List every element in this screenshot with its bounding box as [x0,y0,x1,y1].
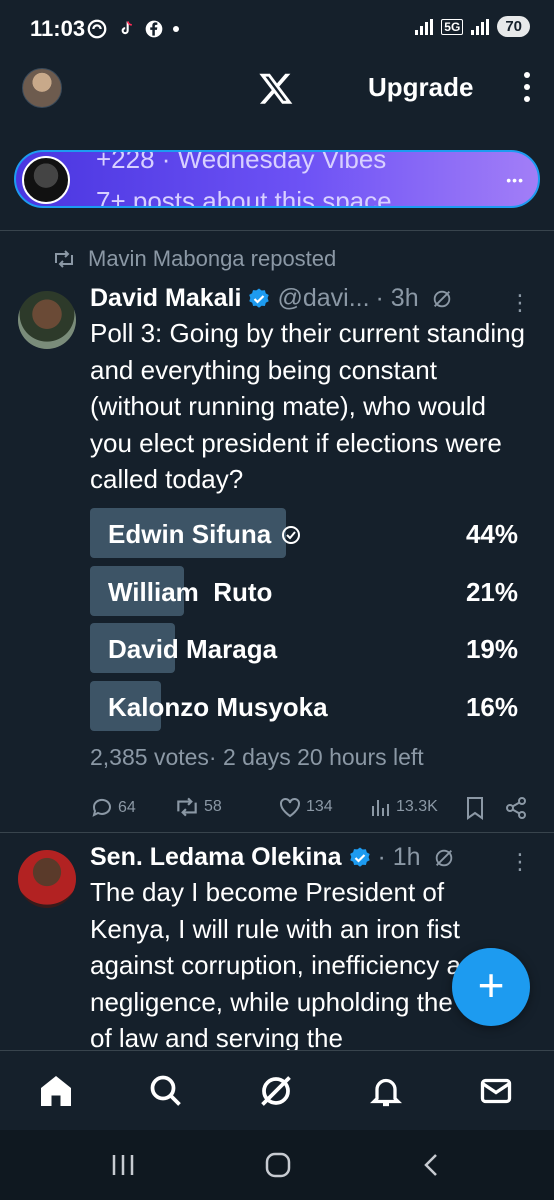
bottom-navigation [0,1050,554,1130]
poll-option: William Ruto 21% [90,565,530,616]
views-button[interactable]: 13.3K [370,796,438,818]
poll-option-label: William Ruto [108,577,272,608]
poll-option-text: David Maraga [108,634,278,664]
repost-count: 58 [204,798,222,815]
audio-wave-icon: ••• [506,172,524,188]
messages-icon[interactable] [478,1073,514,1109]
tweet-header: Sen. Ledama Olekina · 1h [90,843,455,872]
profile-avatar[interactable] [22,68,62,108]
space-posts-count: 7+ posts about this space [96,186,392,208]
author-name[interactable]: David Makali [90,284,241,313]
grok-nav-icon[interactable] [258,1073,294,1109]
sync-icon [87,19,107,39]
more-options-icon[interactable] [522,72,532,102]
grok-icon[interactable] [433,847,455,869]
poll-option-label: Kalonzo Musyoka [108,692,328,723]
repost-indicator: Mavin Mabonga reposted [52,246,336,272]
views-count: 13.3K [396,798,438,815]
back-icon[interactable] [420,1152,444,1178]
bookmark-icon[interactable] [464,796,486,820]
signal-icon [415,18,434,35]
x-logo-icon [259,73,293,104]
poll-footer: 2,385 votes· 2 days 20 hours left [90,744,424,770]
poll-option-text: Kalonzo Musyoka [108,691,328,722]
notifications-icon[interactable] [368,1073,404,1109]
poll-option-percent: 44% [465,519,518,549]
author-name[interactable]: Sen. Ledama Olekina [90,843,342,872]
repost-button[interactable]: 58 [174,796,222,818]
repost-action-icon [177,797,197,817]
status-time: 11:03 [30,16,86,41]
poll-option-text: William Ruto [108,576,273,607]
poll-option-label: David Maraga [108,634,277,665]
network-type: 5G [441,18,464,35]
top-app-bar: Upgrade [0,56,554,124]
like-button[interactable]: 134 [278,796,333,818]
poll-option-percent: 19% [465,634,518,664]
tweet-text: Poll 3: Going by their current standing … [90,318,526,494]
battery-indicator: 70 [497,16,530,37]
status-app-icons [86,18,180,40]
upgrade-button[interactable]: Upgrade [368,72,473,103]
divider [0,230,554,231]
live-space-banner[interactable]: +228 · Wednesday Vibes 7+ posts about th… [14,150,540,208]
tweet-more-icon[interactable]: ⋮ [509,849,532,875]
verified-badge-icon [249,288,270,308]
poll-option: Kalonzo Musyoka 16% [90,680,530,731]
poll-option-label: Edwin Sifuna [108,519,301,550]
reply-count: 64 [118,799,136,816]
home-icon[interactable] [38,1073,74,1109]
poll-option-percent: 21% [465,576,518,607]
verified-badge-icon [349,847,370,867]
notification-dot-icon [173,26,179,32]
author-handle[interactable]: @davi... [277,284,369,313]
poll: Edwin Sifuna 44% William Ruto 21% David Mara… [90,508,530,738]
status-bar: 11:03 5G 70 [0,0,554,56]
poll-option-text: Edwin Sifuna [108,519,272,549]
grok-icon[interactable] [431,288,453,310]
tweet-more-icon[interactable]: ⋮ [509,290,532,316]
tweet-actions: 64 58 134 13.3K [90,796,530,822]
tweet-header: David Makali @davi... · 3h [90,284,453,313]
like-count: 134 [306,798,333,815]
recent-apps-icon[interactable] [110,1152,136,1178]
share-icon[interactable] [504,796,528,820]
facebook-icon [145,20,163,38]
search-icon[interactable] [148,1073,184,1109]
tweet-time: · 3h [375,284,419,312]
plus-icon: + [477,959,505,1011]
views-icon [372,800,389,816]
heart-icon [280,797,300,818]
poll-option: David Maraga 19% [90,623,530,673]
signal-icon-2 [471,18,490,35]
reply-button[interactable]: 64 [90,796,136,820]
author-avatar[interactable] [18,850,76,908]
repost-icon [55,250,73,268]
status-indicators: 5G 70 [415,16,530,37]
author-avatar[interactable] [18,291,76,349]
poll-option: Edwin Sifuna 44% [90,508,530,558]
space-listeners-title: +228 · Wednesday Vibes [96,150,387,174]
system-navigation-bar [0,1130,554,1200]
repost-label: Mavin Mabonga reposted [88,246,337,271]
tweet-time: · 1h [377,843,421,871]
tiktok-icon [121,21,132,35]
home-button-icon[interactable] [264,1152,292,1178]
reply-icon [92,798,111,817]
winner-check-icon [282,525,301,544]
compose-button[interactable]: + [452,948,530,1026]
divider [0,832,554,833]
poll-option-percent: 16% [465,691,518,722]
space-host-avatar [22,156,70,204]
